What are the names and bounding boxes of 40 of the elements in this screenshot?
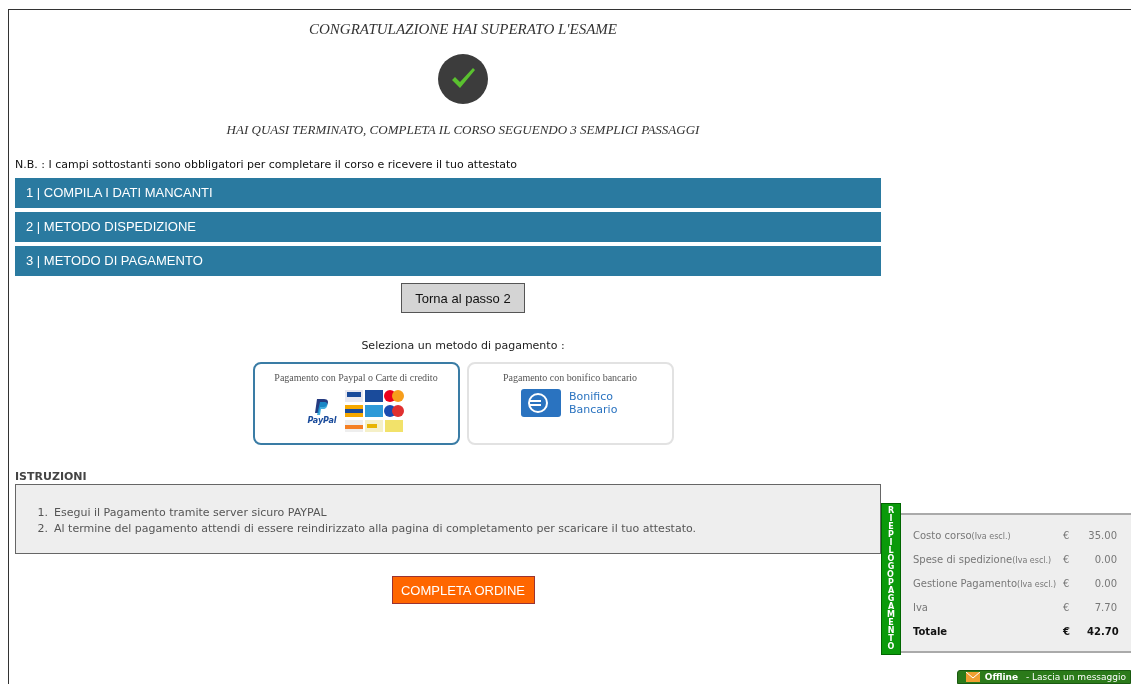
paypal-logo-text: PayPal [307,415,337,425]
bank-logo-text: Bonifico Bancario [569,390,619,416]
summary-amount: 35.00 [1087,529,1117,541]
currency-symbol: € [1063,577,1071,589]
euro-icon [521,389,561,417]
payment-prompt: Seleziona un metodo di pagamento : [360,339,566,352]
currency-symbol: € [1063,553,1071,565]
page-title: CONGRATULAZIONE HAI SUPERATO L'ESAME [307,21,619,38]
list-number: 1. [36,505,48,521]
payment-option[interactable]: Pagamento con bonifico bancario Bonifico Bancario [466,362,674,445]
summary-amount: 42.70 [1087,625,1117,637]
summary-tab[interactable]: RIEPILOGO PAGAMENTO [881,503,901,655]
instruction-text: Esegui il Pagamento tramite server sicuro PAYPAL [54,505,327,521]
summary-label: Gestione Pagamento(Iva escl.) [913,577,1058,589]
summary-label: Totale [913,625,949,637]
currency-symbol: € [1063,601,1071,613]
step-header[interactable]: 3 | METODO DI PAGAMENTO [15,246,881,276]
back-button[interactable]: Torna al passo 2 [401,283,525,313]
summary-label: Spese di spedizione(Iva escl.) [913,553,1053,565]
paypal-p-icon [314,397,330,416]
credit-cards-drawing [344,389,405,433]
chat-button[interactable]: Offline - Lascia un messaggio [956,670,1131,684]
envelope-icon [965,672,980,682]
note-text: N.B. : I campi sottostanti sono obbligatori per completare il corso e ricevere il tuo attestato [15,158,519,171]
summary-label: Iva [913,601,929,613]
step-header[interactable]: 2 | METODO DISPEDIZIONE [15,212,881,242]
payment-option[interactable]: Pagamento con Paypal o Carte di credito PayPal [252,362,460,445]
currency-symbol: € [1063,529,1071,541]
instruction-text: Al termine del pagamento attendi di essere reindirizzato alla pagina di completamento per scaricare il tuo attestato. [54,521,696,537]
currency-symbol: € [1063,625,1071,637]
summary-label: Costo corso(Iva escl.) [913,529,1012,541]
summary-amount: 0.00 [1093,577,1117,589]
step-header[interactable]: 1 | COMPILA I DATI MANCANTI [15,178,881,208]
instructions-heading: ISTRUZIONI [15,470,88,483]
summary-amount: 0.00 [1093,553,1117,565]
complete-order-button[interactable]: COMPLETA ORDINE [391,576,535,604]
list-number: 2. [36,521,48,537]
checkmark-icon [438,54,488,104]
summary-amount: 7.70 [1093,601,1117,613]
page-subtitle: HAI QUASI TERMINATO, COMPLETA IL CORSO SEGUENDO 3 SEMPLICI PASSAGGI [225,122,701,138]
